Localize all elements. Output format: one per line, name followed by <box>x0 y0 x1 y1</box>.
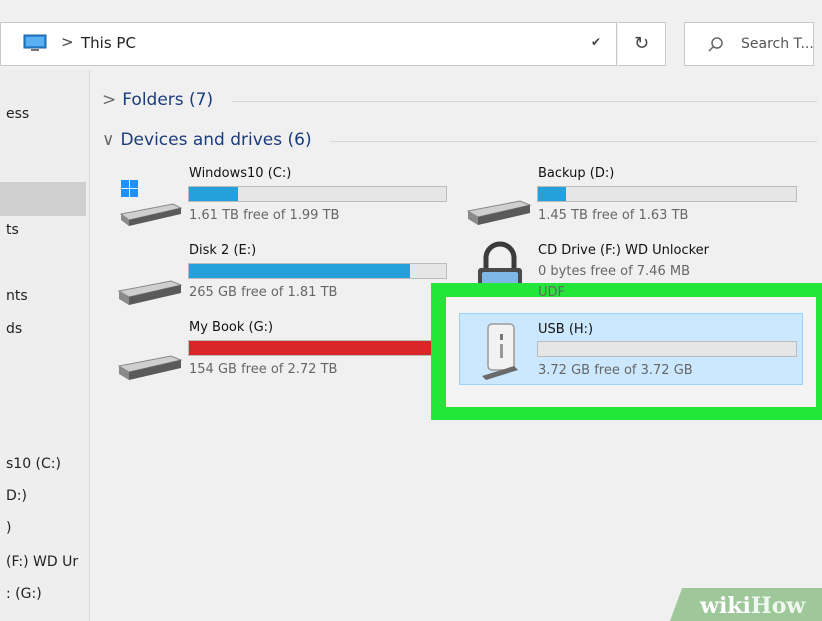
navigation-pane: ess ts nts ds s10 (C:) D:) ) (F:) WD Ur … <box>0 70 90 621</box>
nav-item-documents-2[interactable]: nts <box>0 288 90 304</box>
nav-item-downloads[interactable]: ds <box>0 321 90 337</box>
nav-item-cd-drive-f[interactable]: (F:) WD Ur <box>0 554 90 570</box>
capacity-bar-fill <box>538 187 567 201</box>
drive-free-space: 1.61 TB free of 1.99 TB <box>189 208 340 223</box>
usb-drive-icon <box>482 323 518 380</box>
search-icon <box>708 37 723 52</box>
group-divider <box>232 101 817 102</box>
nav-item-my-book-g[interactable]: : (G:) <box>0 586 90 602</box>
drive-name: Windows10 (C:) <box>189 166 292 181</box>
file-explorer-window: > This PC ✔︎ ↻ Search T... ess ts nts ds… <box>0 0 822 621</box>
capacity-bar <box>537 186 797 202</box>
watermark-logo: wikiHow <box>700 593 806 619</box>
group-devices-and-drives[interactable]: ∨ Devices and drives (6) <box>102 130 312 150</box>
nav-item-documents[interactable]: ts <box>0 222 90 238</box>
hard-drive-icon <box>117 280 183 305</box>
nav-item-windows10-c[interactable]: s10 (C:) <box>0 456 90 472</box>
chevron-down-icon: ∨ <box>102 130 115 150</box>
nav-item-quick-access[interactable]: ess <box>0 106 90 122</box>
group-divider <box>330 141 817 142</box>
drive-free-space: 1.45 TB free of 1.63 TB <box>538 208 689 223</box>
hard-drive-icon <box>466 200 532 225</box>
nav-item-disk2-e[interactable]: ) <box>0 520 90 536</box>
capacity-bar-fill <box>189 187 238 201</box>
drive-free-space: 265 GB free of 1.81 TB <box>189 285 338 300</box>
chevron-down-icon[interactable]: ✔︎ <box>591 35 601 49</box>
drive-name: CD Drive (F:) WD Unlocker <box>538 243 710 258</box>
nav-item-backup-d[interactable]: D:) <box>0 488 90 504</box>
group-folders[interactable]: > Folders (7) <box>102 90 213 110</box>
drive-free-space: 0 bytes free of 7.46 MB <box>538 264 690 279</box>
search-input[interactable]: Search T... <box>684 22 814 66</box>
chevron-right-icon: > <box>102 90 117 110</box>
capacity-bar <box>188 263 447 279</box>
capacity-bar-fill <box>189 264 411 278</box>
nav-selected-highlight <box>0 182 86 216</box>
drive-name: My Book (G:) <box>189 320 274 335</box>
breadcrumb-this-pc[interactable]: This PC <box>81 34 136 52</box>
drive-name: Backup (D:) <box>538 166 615 181</box>
search-placeholder: Search T... <box>741 36 814 52</box>
drive-name: USB (H:) <box>538 322 594 337</box>
address-bar[interactable]: > This PC ✔︎ <box>0 22 617 66</box>
capacity-bar-fill <box>189 341 431 355</box>
windows-drive-icon <box>119 180 183 226</box>
drive-filesystem: UDF <box>538 285 566 300</box>
hard-drive-icon <box>117 355 183 380</box>
drive-free-space: 154 GB free of 2.72 TB <box>189 362 338 377</box>
drive-name: Disk 2 (E:) <box>189 243 257 258</box>
this-pc-icon <box>23 34 47 51</box>
refresh-icon[interactable]: ↻ <box>618 22 666 66</box>
group-folders-label: Folders (7) <box>122 90 214 110</box>
group-devices-label: Devices and drives (6) <box>120 130 312 150</box>
capacity-bar <box>537 341 797 357</box>
capacity-bar <box>188 186 447 202</box>
drive-free-space: 3.72 GB free of 3.72 GB <box>538 363 693 378</box>
capacity-bar <box>188 340 447 356</box>
breadcrumb-separator: > <box>61 33 74 51</box>
